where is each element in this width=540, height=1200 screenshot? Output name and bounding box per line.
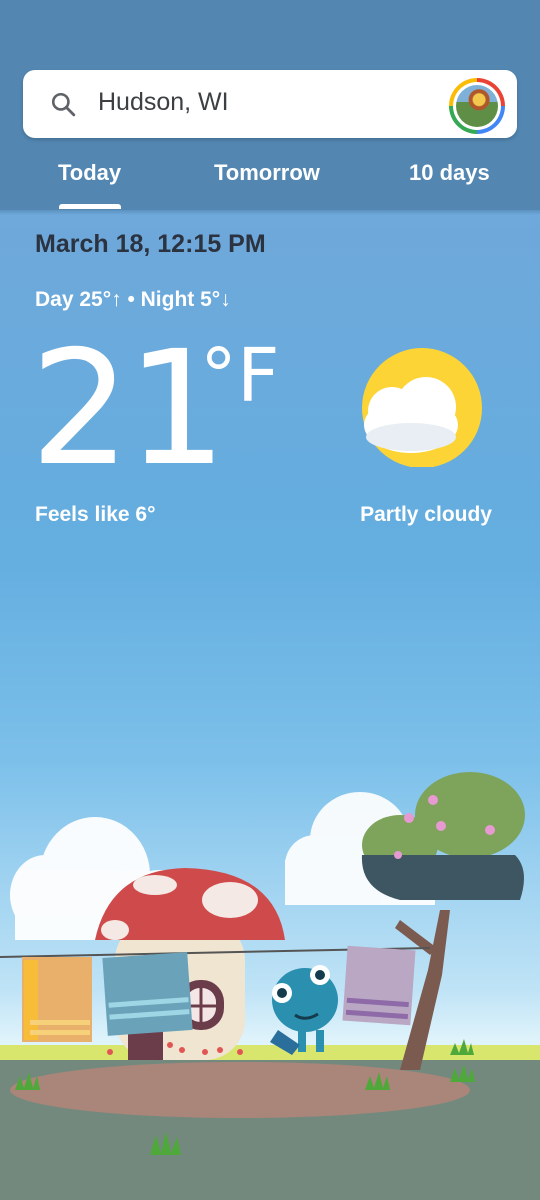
frog-character (270, 965, 338, 1055)
weather-illustration (0, 760, 540, 1200)
towel-orange (22, 957, 92, 1042)
temperature-unit[interactable]: °F (200, 330, 280, 422)
search-location-text[interactable]: Hudson, WI (98, 88, 229, 117)
date-time: March 18, 12:15 PM (35, 230, 266, 258)
active-tab-indicator (59, 204, 121, 209)
dirt-path (10, 1062, 470, 1118)
day-night-range: Day 25°↑ • Night 5°↓ (35, 288, 231, 311)
search-icon[interactable] (50, 91, 76, 117)
account-avatar[interactable] (449, 78, 505, 134)
current-temperature: 21 (30, 317, 227, 501)
tab-today[interactable]: Today (58, 160, 121, 186)
feels-like: Feels like 6° (35, 503, 156, 526)
partly-cloudy-icon (362, 348, 482, 467)
condition-text: Partly cloudy (360, 503, 492, 526)
avatar-photo (456, 85, 498, 127)
towel-purple (342, 945, 416, 1026)
tab-10-days[interactable]: 10 days (409, 160, 490, 186)
tab-tomorrow[interactable]: Tomorrow (214, 160, 320, 186)
towel-blue (102, 952, 193, 1036)
